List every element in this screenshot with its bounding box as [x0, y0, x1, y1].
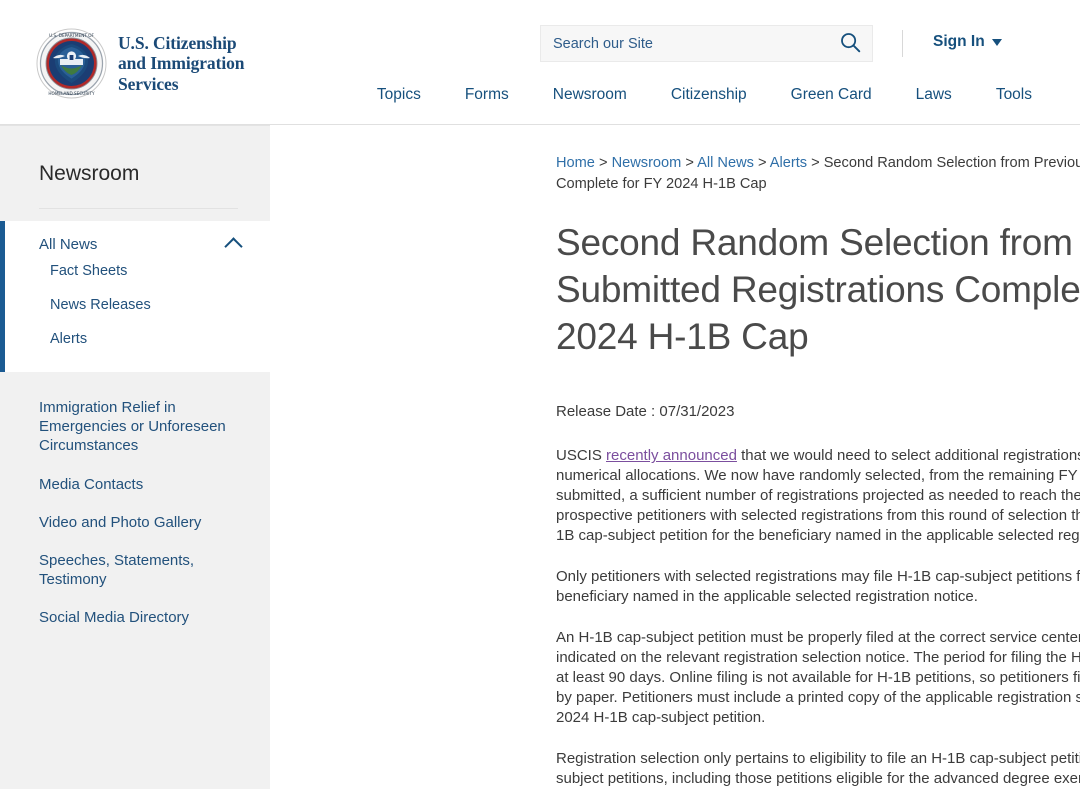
sidebar-item-video-and-photo-gallery[interactable]: Video and Photo Gallery: [0, 513, 270, 532]
breadcrumb-item-newsroom[interactable]: Newsroom: [612, 155, 682, 171]
sidebar-item-all-news[interactable]: All News: [5, 235, 270, 256]
breadcrumb-separator: >: [681, 155, 698, 171]
sidebar-item-fact-sheets[interactable]: Fact Sheets: [50, 263, 127, 279]
list-item[interactable]: Alerts: [5, 322, 270, 356]
chevron-up-icon[interactable]: [224, 237, 243, 256]
page-body: Newsroom All News Fact Sheets News Relea…: [0, 125, 1080, 789]
sidebar-divider: [39, 208, 238, 209]
nav-item-green-card[interactable]: Green Card: [769, 82, 894, 108]
breadcrumb-item-all-news[interactable]: All News: [697, 155, 754, 171]
recently-announced-link[interactable]: recently announced: [606, 447, 737, 464]
nav-item-laws[interactable]: Laws: [894, 82, 974, 108]
search-input[interactable]: [541, 26, 828, 61]
sidebar-item-alerts[interactable]: Alerts: [50, 331, 87, 347]
sidebar-subnav: Fact Sheets News Releases Alerts: [5, 254, 270, 356]
sidebar: Newsroom All News Fact Sheets News Relea…: [0, 125, 270, 789]
brand-logo-link[interactable]: U.S. DEPARTMENT OF HOMELAND SECURITY U.S…: [36, 28, 244, 99]
sign-in-menu[interactable]: Sign In: [933, 33, 1002, 51]
nav-item-topics[interactable]: Topics: [355, 82, 443, 108]
list-item[interactable]: News Releases: [5, 288, 270, 322]
sidebar-title: Newsroom: [39, 162, 140, 185]
site-header: U.S. DEPARTMENT OF HOMELAND SECURITY U.S…: [0, 0, 1080, 125]
breadcrumb-separator: >: [807, 155, 824, 171]
article-paragraph-3: An H-1B cap-subject petition must be pro…: [556, 628, 1080, 726]
breadcrumb-separator: >: [594, 155, 612, 171]
sign-in-label: Sign In: [933, 33, 985, 50]
sidebar-item-speeches-statements[interactable]: Speeches, Statements, Testimony: [0, 551, 270, 589]
nav-item-tools[interactable]: Tools: [974, 82, 1040, 108]
release-date: Release Date : 07/31/2023: [556, 403, 735, 421]
main-navigation[interactable]: Topics Forms Newsroom Citizenship Green …: [355, 82, 1040, 108]
sidebar-item-social-media-directory[interactable]: Social Media Directory: [0, 608, 270, 627]
breadcrumb-item-alerts[interactable]: Alerts: [770, 155, 807, 171]
sidebar-group-all-news: All News Fact Sheets News Releases Alert…: [0, 221, 270, 372]
breadcrumb: Home > Newsroom > All News > Alerts > Se…: [556, 153, 1080, 194]
breadcrumb-separator: >: [753, 155, 770, 171]
header-vertical-divider: [902, 30, 903, 57]
sidebar-secondary-nav: Immigration Relief in Emergencies or Unf…: [0, 372, 270, 628]
sidebar-item-news-releases[interactable]: News Releases: [50, 297, 151, 313]
article-paragraph-2: Only petitioners with selected registrat…: [556, 568, 1080, 606]
page-title: Second Random Selection from Previously …: [556, 222, 1080, 358]
sidebar-item-immigration-relief[interactable]: Immigration Relief in Emergencies or Unf…: [0, 398, 270, 456]
svg-text:HOMELAND SECURITY: HOMELAND SECURITY: [48, 91, 95, 96]
search-icon: [840, 32, 861, 56]
svg-text:U.S. DEPARTMENT OF: U.S. DEPARTMENT OF: [49, 33, 94, 38]
sidebar-item-all-news-label: All News: [39, 236, 98, 253]
sidebar-item-media-contacts[interactable]: Media Contacts: [0, 475, 270, 494]
brand-wordmark: U.S. Citizenship and Immigration Service…: [118, 32, 245, 94]
article-paragraph-1: USCIS recently announced that we would n…: [556, 446, 1080, 546]
nav-item-newsroom[interactable]: Newsroom: [531, 82, 649, 108]
main-content: Home > Newsroom > All News > Alerts > Se…: [270, 125, 1080, 789]
dhs-seal-icon: U.S. DEPARTMENT OF HOMELAND SECURITY: [36, 28, 107, 99]
caret-down-icon: [991, 38, 1002, 46]
site-search[interactable]: [540, 25, 873, 62]
breadcrumb-item-home[interactable]: Home: [556, 155, 595, 171]
article-paragraph-4: Registration selection only pertains to …: [556, 749, 1080, 787]
paragraph-1-text-before: USCIS: [556, 447, 607, 465]
nav-item-forms[interactable]: Forms: [443, 82, 531, 108]
search-button[interactable]: [828, 26, 872, 61]
list-item[interactable]: Fact Sheets: [5, 254, 270, 288]
nav-item-citizenship[interactable]: Citizenship: [649, 82, 769, 108]
